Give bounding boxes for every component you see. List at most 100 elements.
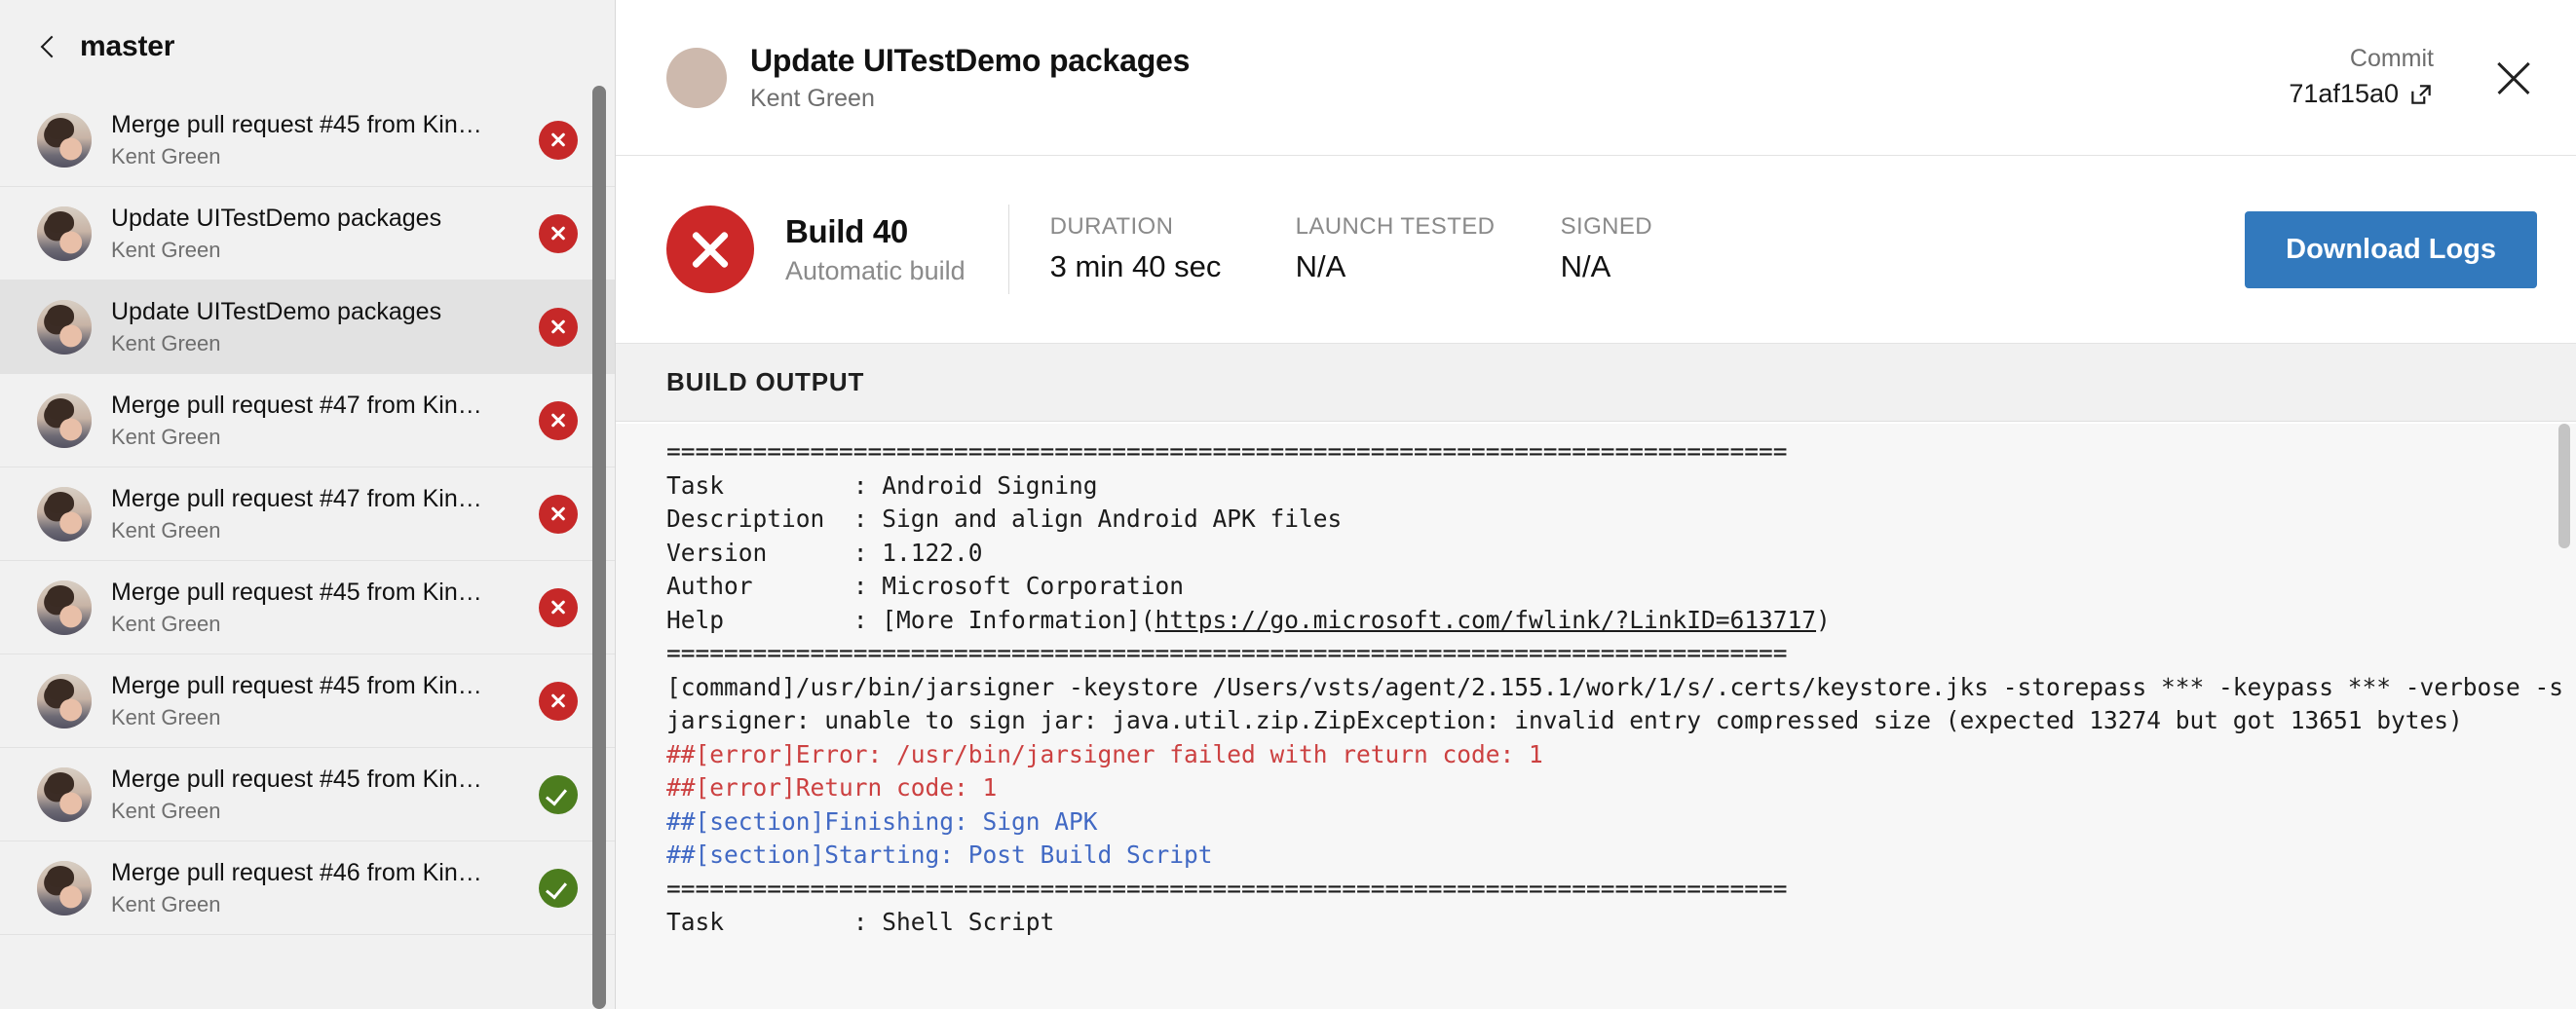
status-failed-icon <box>539 307 578 347</box>
build-kind: Automatic build <box>785 255 966 285</box>
log-lines: ========================================… <box>616 424 2576 940</box>
commit-author: Kent Green <box>111 237 221 262</box>
commit-text: Merge pull request #46 from Kin… Kent Gre… <box>111 859 539 916</box>
commit-author: Kent Green <box>111 330 221 355</box>
app-root: master Merge pull request #45 from Kin… K… <box>0 0 2576 1009</box>
close-icon[interactable] <box>2490 55 2537 101</box>
page-subtitle: Kent Green <box>750 84 875 112</box>
log-line: ##[error]Return code: 1 <box>666 773 998 802</box>
metric-label: DURATION <box>1049 213 1174 241</box>
status-failed-icon <box>539 587 578 627</box>
avatar <box>666 47 727 108</box>
metric-value: N/A <box>1560 249 1611 284</box>
divider <box>1007 205 1009 294</box>
log-line: ##[section]Finishing: Sign APK <box>666 806 1098 836</box>
avatar <box>37 860 92 916</box>
status-failed-icon <box>539 213 578 253</box>
commit-text: Merge pull request #47 from Kin… Kent Gre… <box>111 392 539 449</box>
commit-text: Update UITestDemo packages Kent Green <box>111 205 539 262</box>
commit-title: Merge pull request #45 from Kin… <box>111 765 482 793</box>
avatar <box>37 579 92 635</box>
log-line: ##[section]Starting: Post Build Script <box>666 841 1213 869</box>
commit-text: Merge pull request #45 from Kin… Kent Gre… <box>111 111 539 168</box>
commit-title: Merge pull request #45 from Kin… <box>111 578 482 606</box>
log-line: ========================================… <box>666 437 1788 466</box>
commit-list-item[interactable]: Merge pull request #47 from Kin… Kent Gre… <box>0 374 615 467</box>
avatar <box>37 486 92 542</box>
status-success-icon <box>539 868 578 908</box>
commit-text: Update UITestDemo packages Kent Green <box>111 298 539 355</box>
avatar <box>37 673 92 729</box>
download-logs-button[interactable]: Download Logs <box>2245 210 2537 288</box>
commit-list-item[interactable]: Update UITestDemo packages Kent Green <box>0 187 615 280</box>
commit-sidebar: master Merge pull request #45 from Kin… K… <box>0 0 616 1009</box>
log-line: ========================================… <box>666 874 1788 903</box>
metric-label: SIGNED <box>1560 213 1653 241</box>
avatar <box>37 766 92 822</box>
log-line: [command]/usr/bin/jarsigner -keystore /U… <box>666 672 2564 701</box>
sidebar-scrollbar-thumb[interactable] <box>592 86 606 1009</box>
log-line: ========================================… <box>666 639 1788 667</box>
commit-label: Commit <box>2349 45 2434 72</box>
avatar <box>37 299 92 355</box>
commit-hash-link[interactable]: 71af15a0 <box>2289 78 2434 111</box>
chevron-left-icon[interactable] <box>37 36 58 57</box>
log-line: Author : Microsoft Corporation <box>666 572 1185 600</box>
commit-title: Merge pull request #46 from Kin… <box>111 858 482 886</box>
page-title: Update UITestDemo packages <box>750 43 1191 79</box>
commit-list-item[interactable]: Merge pull request #45 from Kin… Kent Gre… <box>0 561 615 654</box>
log-hyperlink[interactable]: https://go.microsoft.com/fwlink/?LinkID=… <box>1155 606 1817 634</box>
log-line: Help : [More Information](https://go.mic… <box>666 605 1831 634</box>
build-status-strip: Build 40 Automatic build DURATION 3 min … <box>616 156 2576 344</box>
status-failed-icon <box>539 681 578 721</box>
branch-name: master <box>80 30 175 62</box>
commit-title: Merge pull request #47 from Kin… <box>111 484 482 512</box>
avatar <box>37 206 92 261</box>
commit-title: Merge pull request #45 from Kin… <box>111 671 482 699</box>
commit-title: Update UITestDemo packages <box>111 204 442 232</box>
log-line: Task : Android Signing <box>666 470 1098 500</box>
detail-header: Update UITestDemo packages Kent Green Co… <box>616 0 2576 156</box>
commit-title: Update UITestDemo packages <box>111 297 442 325</box>
commit-title: Merge pull request #45 from Kin… <box>111 110 482 138</box>
metric-duration: DURATION 3 min 40 sec <box>1050 211 1255 286</box>
log-line: Version : 1.122.0 <box>666 538 983 567</box>
metric-signed: SIGNED N/A <box>1561 211 1678 286</box>
commit-meta: Commit 71af15a0 <box>2289 44 2434 111</box>
commit-author: Kent Green <box>111 143 221 168</box>
status-success-icon <box>539 774 578 814</box>
build-name: Build 40 <box>785 212 908 249</box>
commit-author: Kent Green <box>111 798 221 823</box>
log-scrollbar[interactable] <box>2558 424 2570 1009</box>
log-line: jarsigner: unable to sign jar: java.util… <box>666 706 2463 734</box>
commit-text: Merge pull request #47 from Kin… Kent Gre… <box>111 485 539 542</box>
commit-list-item[interactable]: Merge pull request #46 from Kin… Kent Gre… <box>0 841 615 935</box>
commit-list-item[interactable]: Merge pull request #45 from Kin… Kent Gre… <box>0 93 615 187</box>
log-line: Description : Sign and align Android APK… <box>666 504 1343 533</box>
external-link-icon[interactable] <box>2408 82 2434 107</box>
commit-title: Merge pull request #47 from Kin… <box>111 391 482 419</box>
build-identity: Build 40 Automatic build <box>785 211 966 288</box>
metric-launch-tested: LAUNCH TESTED N/A <box>1296 211 1520 286</box>
sidebar-header: master <box>0 0 615 93</box>
metric-value: N/A <box>1295 249 1346 284</box>
avatar <box>37 392 92 448</box>
status-failed-icon <box>539 120 578 160</box>
header-titles: Update UITestDemo packages Kent Green <box>750 42 2289 112</box>
commit-list-item[interactable]: Merge pull request #45 from Kin… Kent Gre… <box>0 748 615 841</box>
avatar <box>37 112 92 168</box>
status-failed-icon <box>539 494 578 534</box>
commit-author: Kent Green <box>111 611 221 636</box>
commit-list-item[interactable]: Update UITestDemo packages Kent Green <box>0 280 615 374</box>
commit-text: Merge pull request #45 from Kin… Kent Gre… <box>111 766 539 823</box>
commit-author: Kent Green <box>111 517 221 542</box>
build-output-log[interactable]: ========================================… <box>616 424 2576 1009</box>
commit-author: Kent Green <box>111 891 221 916</box>
build-detail-panel: Update UITestDemo packages Kent Green Co… <box>616 0 2576 1009</box>
log-scrollbar-thumb[interactable] <box>2558 424 2570 548</box>
sidebar-scrollbar[interactable] <box>592 0 606 1009</box>
commit-list-item[interactable]: Merge pull request #47 from Kin… Kent Gre… <box>0 467 615 561</box>
status-failed-icon <box>539 400 578 440</box>
commit-list-item[interactable]: Merge pull request #45 from Kin… Kent Gre… <box>0 654 615 748</box>
commit-text: Merge pull request #45 from Kin… Kent Gre… <box>111 579 539 636</box>
